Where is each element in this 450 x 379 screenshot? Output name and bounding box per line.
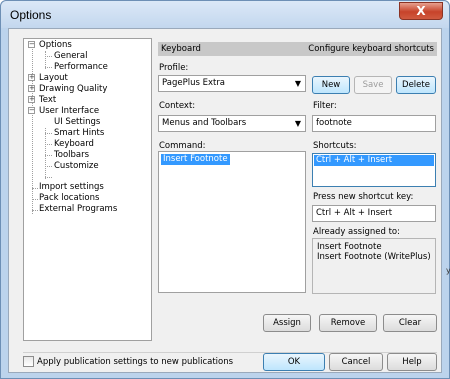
collapse-icon[interactable]: − [28, 107, 35, 114]
shortcut-key-input[interactable]: Ctrl + Alt + Insert [312, 205, 436, 222]
tree-connector [45, 177, 52, 178]
collapse-icon[interactable]: − [28, 41, 35, 48]
tree-item-import-settings[interactable]: Import settings [39, 182, 104, 193]
tree-item-user-interface[interactable]: User Interface [39, 106, 99, 117]
command-label: Command: [159, 141, 206, 151]
assign-button[interactable]: Assign [263, 314, 311, 332]
shortcuts-list[interactable]: Ctrl + Alt + Insert [312, 153, 436, 187]
filter-label: Filter: [313, 101, 337, 111]
tree-connector [45, 128, 46, 179]
tree-connector [45, 155, 52, 156]
tree-item-ui-settings[interactable]: UI Settings [54, 117, 100, 128]
tree-connector [45, 166, 52, 167]
list-item: Insert Footnote [317, 242, 382, 252]
shortcuts-label: Shortcuts: [313, 141, 357, 151]
window-title: Options [10, 8, 52, 22]
list-item[interactable]: Ctrl + Alt + Insert [314, 155, 434, 166]
profile-label: Profile: [159, 63, 189, 73]
tree-item-general[interactable]: General [54, 51, 88, 62]
tree-item-text[interactable]: Text [39, 95, 56, 106]
tree-item-customize[interactable]: Customize [54, 161, 99, 172]
context-value: Menus and Toolbars [162, 118, 247, 128]
tree-item-toolbars[interactable]: Toolbars [54, 150, 89, 161]
panel-description: Configure keyboard shortcuts [308, 44, 434, 54]
tree-connector [45, 56, 52, 57]
list-item: Insert Footnote (WritePlus) [317, 252, 431, 262]
ok-button[interactable]: OK [263, 353, 325, 371]
tree-item-pack-locations[interactable]: Pack locations [39, 193, 99, 204]
tree-item-drawing-quality[interactable]: Drawing Quality [39, 84, 107, 95]
profile-value: PagePlus Extra [162, 78, 226, 88]
assigned-label: Already assigned to: [313, 227, 400, 237]
expand-icon[interactable]: + [28, 96, 35, 103]
clear-button[interactable]: Clear [383, 314, 437, 332]
help-button[interactable]: Help [387, 353, 437, 371]
options-tree[interactable]: − Options General Performance + Layout +… [23, 38, 152, 341]
apply-settings-checkbox[interactable] [23, 356, 34, 367]
tree-connector [32, 199, 38, 200]
cancel-button[interactable]: Cancel [329, 353, 383, 371]
panel-header: Keyboard Configure keyboard shortcuts [158, 42, 437, 56]
tree-connector [45, 144, 52, 145]
tree-connector [32, 210, 38, 211]
press-shortcut-label: Press new shortcut key: [313, 192, 414, 202]
close-icon: X [416, 4, 426, 18]
delete-profile-button[interactable]: Delete [396, 76, 436, 94]
new-profile-button[interactable]: New [312, 76, 350, 94]
title-bar[interactable]: Options X [1, 1, 449, 28]
tree-item-options[interactable]: Options [39, 40, 72, 51]
tree-item-smart-hints[interactable]: Smart Hints [54, 128, 104, 139]
tree-item-external-programs[interactable]: External Programs [39, 204, 117, 215]
context-select[interactable]: Menus and Toolbars ▼ [158, 115, 306, 132]
edge-artifact: y [446, 266, 450, 275]
apply-settings-label: Apply publication settings to new public… [37, 357, 234, 367]
command-list[interactable]: Insert Footnote [158, 151, 306, 293]
tree-connector [32, 188, 38, 189]
panel-title: Keyboard [161, 44, 201, 54]
assigned-list: Insert Footnote Insert Footnote (WritePl… [312, 238, 436, 294]
tree-item-layout[interactable]: Layout [39, 73, 68, 84]
remove-button[interactable]: Remove [319, 314, 377, 332]
dialog-client-area: − Options General Performance + Layout +… [8, 28, 442, 373]
dropdown-arrow-icon: ▼ [294, 119, 301, 128]
profile-select[interactable]: PagePlus Extra ▼ [158, 75, 306, 92]
tree-connector [45, 133, 52, 134]
close-button[interactable]: X [399, 2, 443, 20]
tree-item-keyboard[interactable]: Keyboard [54, 139, 94, 150]
options-window: Options X − Options General Performance [0, 0, 450, 379]
expand-icon[interactable]: + [28, 85, 35, 92]
dropdown-arrow-icon: ▼ [294, 79, 301, 88]
list-item[interactable]: Insert Footnote [161, 154, 230, 165]
context-label: Context: [159, 101, 196, 111]
tree-connector [45, 67, 52, 68]
filter-input[interactable]: footnote [312, 115, 436, 132]
expand-icon[interactable]: + [28, 74, 35, 81]
save-profile-button[interactable]: Save [354, 76, 392, 94]
tree-item-performance[interactable]: Performance [54, 62, 108, 73]
